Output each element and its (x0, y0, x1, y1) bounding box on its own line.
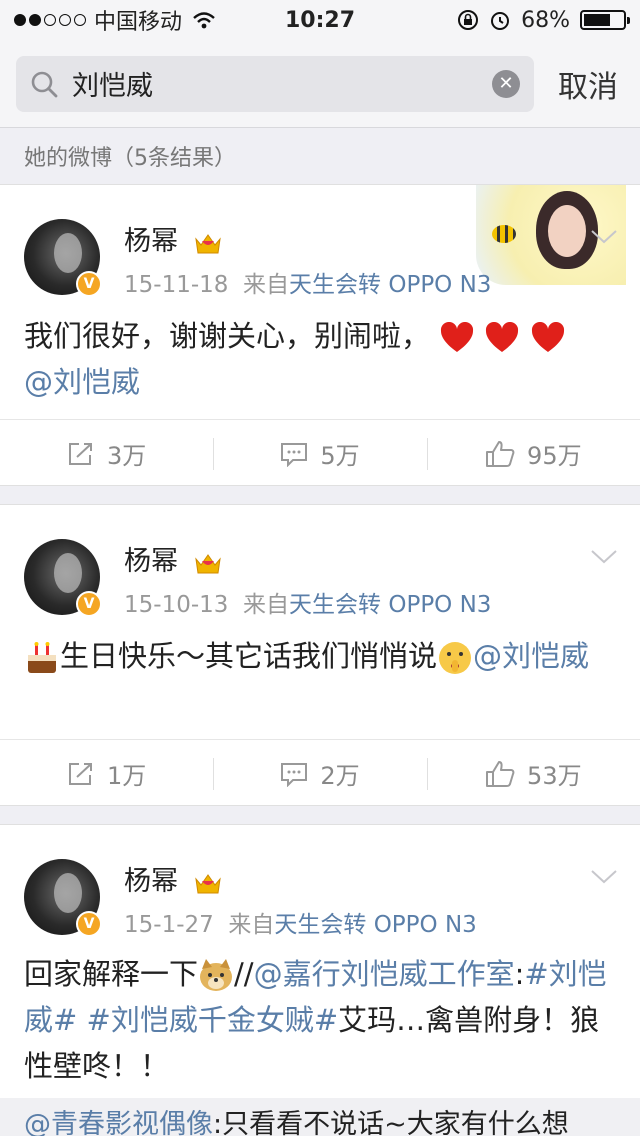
avatar[interactable]: V (24, 219, 102, 297)
mention-link[interactable]: @嘉行刘恺威工作室 (254, 957, 515, 991)
colon-text: : (514, 957, 525, 991)
wifi-icon (193, 12, 215, 29)
repost-separator: // (234, 957, 254, 991)
post-card[interactable]: V 杨幂 15-11-18 来自天生会转 OPPO N3 我们很好，谢谢关心，别… (0, 184, 640, 486)
action-bar: 3万 5万 95万 (0, 419, 640, 487)
avatar[interactable]: V (24, 539, 102, 617)
search-input[interactable] (72, 68, 492, 99)
crown-badge-icon (194, 233, 221, 253)
search-icon (31, 71, 58, 97)
post-date: 15-11-18 (124, 272, 229, 298)
repost-count: 3万 (107, 442, 147, 470)
verified-badge-icon: V (76, 911, 102, 937)
post-body: 生日快乐～其它话我们悄悄说 (60, 639, 438, 673)
like-button[interactable]: 53万 (426, 740, 640, 807)
repost-icon (69, 762, 93, 785)
post-date: 15-10-13 (124, 592, 229, 618)
heart-emoji (441, 322, 474, 352)
topic-link[interactable]: #刘恺威千金女贼# (87, 1003, 339, 1037)
comment-count: 2万 (320, 762, 360, 790)
post-author[interactable]: 杨幂 (124, 539, 223, 578)
action-bar: 1万 2万 53万 (0, 739, 640, 807)
author-name[interactable]: 杨幂 (124, 866, 178, 897)
source-prefix: 来自 (228, 912, 275, 938)
repost-button[interactable]: 1万 (0, 740, 213, 807)
heart-emoji (486, 322, 519, 352)
like-count: 95万 (527, 442, 582, 470)
crown-badge-icon (194, 553, 221, 573)
alarm-icon (491, 12, 510, 30)
comment-count: 5万 (320, 442, 360, 470)
like-icon (486, 440, 515, 467)
doge-emoji (200, 959, 233, 991)
comment-button[interactable]: 5万 (213, 420, 426, 487)
comment-icon (281, 762, 308, 787)
signal-strength-icon (14, 14, 86, 26)
post-text: 生日快乐～其它话我们悄悄说 @刘恺威 (24, 633, 616, 679)
cake-emoji (28, 642, 56, 673)
post-text: 回家解释一下 //@嘉行刘恺威工作室:#刘恺威# #刘恺威千金女贼#艾玛…禽兽附… (24, 951, 616, 1089)
chevron-down-icon[interactable] (590, 869, 618, 885)
chevron-down-icon[interactable] (590, 229, 618, 245)
search-box[interactable]: ✕ (16, 55, 534, 112)
repost-preview-text: :只看看不说话~大家有什么想 (213, 1109, 569, 1136)
post-card[interactable]: V 杨幂 15-10-13 来自天生会转 OPPO N3 生日快乐～其它话我们悄… (0, 504, 640, 806)
post-date: 15-1-27 (124, 912, 214, 938)
like-count: 53万 (527, 762, 582, 790)
source-prefix: 来自 (243, 272, 290, 298)
battery-percent: 68% (521, 7, 570, 33)
post-card[interactable]: V 杨幂 15-1-27 来自天生会转 OPPO N3 回家解释一下 //@嘉行… (0, 824, 640, 1098)
shush-emoji (439, 642, 472, 674)
clear-icon[interactable]: ✕ (492, 69, 520, 98)
crown-badge-icon (194, 873, 221, 893)
mention-link[interactable]: @刘恺威 (24, 365, 140, 399)
rotation-lock-icon (458, 10, 479, 30)
mention-link[interactable]: @刘恺威 (473, 639, 589, 673)
like-icon (486, 760, 515, 787)
post-meta: 15-10-13 来自天生会转 OPPO N3 (124, 585, 491, 619)
verified-badge-icon: V (76, 591, 102, 617)
like-button[interactable]: 95万 (426, 420, 640, 487)
post-meta: 15-11-18 来自天生会转 OPPO N3 (124, 265, 491, 299)
post-source[interactable]: 天生会转 OPPO N3 (274, 912, 476, 938)
post-source[interactable]: 天生会转 OPPO N3 (289, 592, 491, 618)
post-source[interactable]: 天生会转 OPPO N3 (289, 272, 491, 298)
comment-button[interactable]: 2万 (213, 740, 426, 807)
post-author[interactable]: 杨幂 (124, 219, 223, 258)
repost-count: 1万 (107, 762, 147, 790)
mention-link[interactable]: @青春影视偶像 (24, 1109, 213, 1136)
repost-button[interactable]: 3万 (0, 420, 213, 487)
post-meta: 15-1-27 来自天生会转 OPPO N3 (124, 905, 477, 939)
status-bar: 中国移动 10:27 68% (0, 0, 640, 40)
repost-preview[interactable]: @青春影视偶像:只看看不说话~大家有什么想 (0, 1098, 640, 1136)
author-name[interactable]: 杨幂 (124, 226, 178, 257)
search-bar: ✕ 取消 (0, 40, 640, 128)
comment-icon (281, 442, 308, 467)
battery-icon (580, 10, 630, 30)
carrier-name: 中国移动 (94, 10, 183, 35)
post-body: 我们很好，谢谢关心，别闹啦， (24, 319, 431, 353)
source-prefix: 来自 (243, 592, 290, 618)
heart-emoji (531, 322, 564, 352)
chevron-down-icon[interactable] (590, 549, 618, 565)
section-header: 她的微博（5条结果） (24, 146, 236, 171)
post-author[interactable]: 杨幂 (124, 859, 223, 898)
verified-badge-icon: V (76, 271, 102, 297)
repost-icon (69, 442, 93, 465)
post-body: 回家解释一下 (24, 957, 199, 991)
cancel-button[interactable]: 取消 (558, 62, 618, 106)
post-text: 我们很好，谢谢关心，别闹啦， @刘恺威 (24, 313, 616, 405)
author-name[interactable]: 杨幂 (124, 546, 178, 577)
avatar[interactable]: V (24, 859, 102, 937)
